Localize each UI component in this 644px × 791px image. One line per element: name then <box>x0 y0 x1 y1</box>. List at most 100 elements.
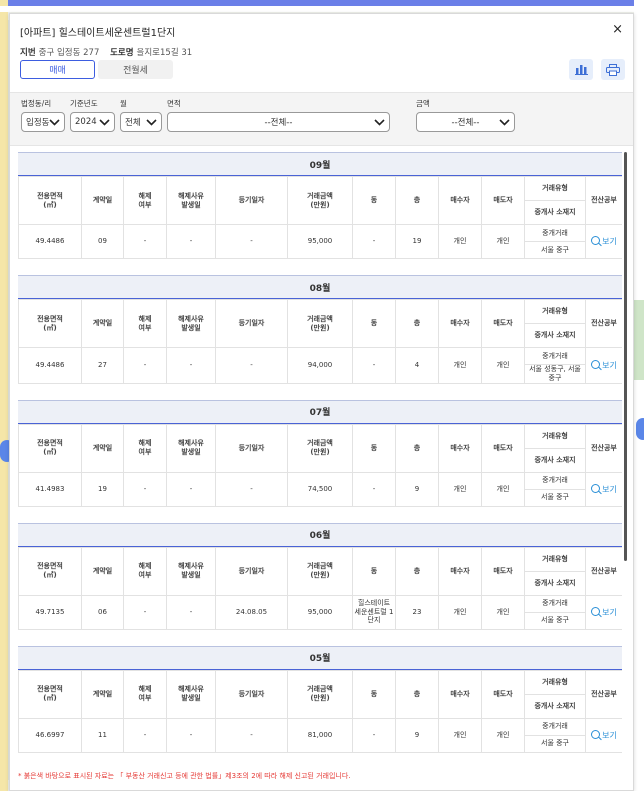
cell-building: 힐스테이트 세운센트럴 1단지 <box>352 594 396 630</box>
view-registry-link[interactable]: 보기 <box>591 729 617 740</box>
col-cancel: 해제 여부 <box>123 176 167 225</box>
cell-building: - <box>352 347 396 384</box>
view-label: 보기 <box>602 237 617 246</box>
view-registry-link[interactable]: 보기 <box>591 483 617 494</box>
month-section: 05월 전용면적 (㎡) 계약일 해제 여부 해제사유 발생일 등기일자 거래금액 (만… <box>18 645 622 753</box>
filter-bar: 법정동/리 입정동 기준년도 2024 월 전체 면적 --전체-- 금액 --… <box>10 92 633 146</box>
dong-filter-label: 법정동/리 <box>21 99 52 108</box>
month-title: 08월 <box>309 283 331 294</box>
view-registry-link[interactable]: 보기 <box>591 236 617 246</box>
view-label: 보기 <box>602 484 617 494</box>
jibun-value: 중구 입정동 277 <box>38 48 100 58</box>
col-price: 거래금액 (만원) <box>287 669 353 719</box>
col-price: 거래금액 (만원) <box>287 546 353 596</box>
col-registry: 전산공부 <box>585 669 622 719</box>
month-title: 05월 <box>309 654 331 664</box>
cell-registry: 보기 <box>585 224 622 259</box>
col-contract-day: 계약일 <box>81 299 124 348</box>
cell-cancel: - <box>123 347 167 384</box>
col-registry: 전산공부 <box>585 423 622 473</box>
map-road <box>634 0 644 791</box>
list-scrollbar[interactable] <box>624 152 627 561</box>
month-select[interactable]: 전체 <box>120 112 162 132</box>
cell-seller: 개인 <box>481 594 525 630</box>
transaction-panel: [아파트] 힐스테이트세운센트럴1단지 지번 중구 입정동 277 도로명 을지로1… <box>9 13 634 791</box>
cell-cancel: - <box>123 594 167 630</box>
print-button[interactable] <box>601 59 625 80</box>
col-building: 동 <box>352 669 396 719</box>
cell-registry: 보기 <box>585 717 622 753</box>
cell-floor: 23 <box>395 594 439 630</box>
col-deal-type: 거래유형 <box>524 176 586 201</box>
col-price: 거래금액 (만원) <box>287 299 353 348</box>
transaction-table: 전용면적 (㎡) 계약일 해제 여부 해제사유 발생일 등기일자 거래금액 (만원) 동… <box>18 546 622 630</box>
cell-price: 94,000 <box>287 347 353 384</box>
tab-sale[interactable]: 매매 <box>20 60 95 79</box>
col-reg-date: 등기일자 <box>215 299 288 348</box>
col-cancel-date: 해제사유 발생일 <box>166 299 216 348</box>
col-cancel: 해제 여부 <box>123 299 167 348</box>
cell-building: - <box>352 717 396 753</box>
cell-contract-day: 27 <box>81 347 124 384</box>
col-floor: 층 <box>395 669 439 719</box>
magnifier-icon <box>591 606 601 616</box>
col-building: 동 <box>352 176 396 225</box>
cell-deal-type: 중개거래 <box>524 717 586 736</box>
cell-price: 74,500 <box>287 471 353 507</box>
year-select[interactable]: 2024 <box>70 112 115 132</box>
road-value: 을지로15길 31 <box>136 48 193 58</box>
view-registry-link[interactable]: 보기 <box>591 606 617 617</box>
col-floor: 층 <box>395 299 439 348</box>
magnifier-icon <box>591 236 601 245</box>
cell-contract-day: 11 <box>81 717 124 753</box>
map-road <box>0 0 8 791</box>
col-agent-loc: 중개사 소재지 <box>524 447 586 473</box>
view-label: 보기 <box>602 360 617 370</box>
amount-select[interactable]: --전체-- <box>416 112 515 132</box>
address-line: 지번 중구 입정동 277 도로명 을지로15길 31 <box>20 46 623 58</box>
cell-price: 95,000 <box>287 224 353 259</box>
cell-reg-date: 24.08.05 <box>215 594 288 630</box>
area-filter-label: 면적 <box>167 99 181 108</box>
cell-agent-loc: 서울 중구 <box>524 611 586 630</box>
col-reg-date: 등기일자 <box>215 546 288 596</box>
cell-seller: 개인 <box>481 347 525 384</box>
col-price: 거래금액 (만원) <box>287 176 353 225</box>
cell-cancel: - <box>123 717 167 753</box>
col-buyer: 매수자 <box>438 176 482 225</box>
dong-select[interactable]: 입정동 <box>21 112 65 132</box>
cell-building: - <box>352 224 396 259</box>
col-cancel-date: 해제사유 발생일 <box>166 546 216 596</box>
transaction-list[interactable]: 09월 전용면적 (㎡) 계약일 해제 여부 해제사유 발생일 등기일자 거래금액 (만… <box>18 152 622 772</box>
jibun-label: 지번 <box>20 48 36 58</box>
col-seller: 매도자 <box>481 299 525 348</box>
view-registry-link[interactable]: 보기 <box>591 359 617 370</box>
magnifier-icon <box>591 729 601 739</box>
cell-area: 41.4983 <box>18 471 82 507</box>
month-section: 06월 전용면적 (㎡) 계약일 해제 여부 해제사유 발생일 등기일자 거래금액 (만… <box>18 522 622 630</box>
cell-seller: 개인 <box>481 471 525 507</box>
tab-rent[interactable]: 전월세 <box>98 60 173 79</box>
chart-button[interactable] <box>569 59 593 80</box>
table-header-row: 전용면적 (㎡) 계약일 해제 여부 해제사유 발생일 등기일자 거래금액 (만원) 동… <box>18 669 622 719</box>
col-buyer: 매수자 <box>438 423 482 473</box>
col-reg-date: 등기일자 <box>215 176 288 225</box>
month-header: 07월 <box>18 399 622 424</box>
col-contract-day: 계약일 <box>81 546 124 596</box>
cell-area: 49.4486 <box>18 224 82 259</box>
map-marker-icon[interactable] <box>636 418 644 440</box>
col-deal-type: 거래유형 <box>524 299 586 324</box>
col-cancel: 해제 여부 <box>123 546 167 596</box>
cell-area: 46.6997 <box>18 717 82 753</box>
col-cancel-date: 해제사유 발생일 <box>166 669 216 719</box>
area-select[interactable]: --전체-- <box>167 112 390 132</box>
cell-reg-date: - <box>215 224 288 259</box>
cell-building: - <box>352 471 396 507</box>
close-icon[interactable]: × <box>612 22 623 37</box>
col-seller: 매도자 <box>481 176 525 225</box>
table-row: 49.4486 27 - - - 94,000 - 4 개인 개인 중개거래 보… <box>18 347 622 384</box>
transaction-table: 전용면적 (㎡) 계약일 해제 여부 해제사유 발생일 등기일자 거래금액 (만원) 동… <box>18 669 622 753</box>
table-header-row: 전용면적 (㎡) 계약일 해제 여부 해제사유 발생일 등기일자 거래금액 (만원) 동… <box>18 423 622 473</box>
map-road <box>0 6 644 12</box>
cell-cancel-date: - <box>166 717 216 753</box>
